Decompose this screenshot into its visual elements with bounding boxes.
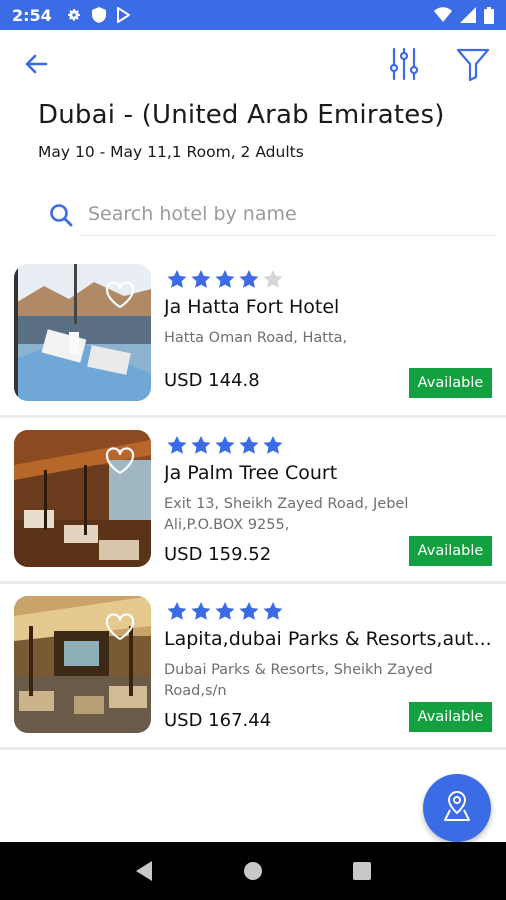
star-filled-icon: [238, 434, 260, 456]
star-filled-icon: [238, 268, 260, 290]
availability-badge: Available: [409, 536, 492, 566]
hotel-name[interactable]: Ja Hatta Fort Hotel: [164, 296, 492, 318]
hotel-address: Hatta Oman Road, Hatta,: [164, 330, 348, 346]
gear-icon: [66, 7, 82, 23]
heart-icon[interactable]: [104, 446, 136, 476]
hotel-name[interactable]: Lapita,dubai Parks & Resorts,aut...: [164, 628, 492, 650]
star-filled-icon: [238, 600, 260, 622]
toolbar: [0, 30, 506, 98]
star-filled-icon: [166, 434, 188, 456]
funnel-icon[interactable]: [455, 46, 491, 82]
status-time: 2:54: [12, 5, 52, 25]
hotel-card[interactable]: Lapita,dubai Parks & Resorts,aut... Duba…: [0, 584, 506, 750]
heart-icon[interactable]: [104, 612, 136, 642]
hotel-price: USD 144.8: [164, 370, 260, 391]
play-store-icon: [116, 7, 130, 23]
star-empty-icon: [262, 268, 284, 290]
recents-square-icon[interactable]: [347, 856, 377, 886]
hotel-price: USD 159.52: [164, 544, 272, 565]
hotel-price: USD 167.44: [164, 710, 272, 731]
battery-icon: [484, 6, 494, 24]
map-pin-icon: [442, 790, 472, 826]
search-icon: [48, 202, 74, 228]
status-bar: 2:54: [0, 0, 506, 30]
hotel-name[interactable]: Ja Palm Tree Court: [164, 462, 492, 484]
wifi-icon: [434, 7, 452, 23]
booking-summary: May 10 - May 11,1 Room, 2 Adults: [38, 143, 304, 161]
map-view-button[interactable]: [423, 774, 491, 842]
star-filled-icon: [190, 434, 212, 456]
arrow-left-icon[interactable]: [20, 48, 52, 80]
system-nav-bar: [0, 842, 506, 900]
star-rating: [166, 434, 284, 456]
heart-icon[interactable]: [104, 280, 136, 310]
hotel-card[interactable]: Ja Palm Tree Court Exit 13, Sheikh Zayed…: [0, 418, 506, 584]
hotel-list: Ja Hatta Fort Hotel Hatta Oman Road, Hat…: [0, 252, 506, 750]
star-filled-icon: [214, 434, 236, 456]
search-input[interactable]: [80, 192, 496, 236]
star-filled-icon: [190, 600, 212, 622]
shield-icon: [91, 7, 106, 23]
availability-badge: Available: [409, 368, 492, 398]
signal-icon: [460, 7, 476, 23]
hotel-card[interactable]: Ja Hatta Fort Hotel Hatta Oman Road, Hat…: [0, 252, 506, 418]
star-filled-icon: [262, 434, 284, 456]
star-filled-icon: [166, 268, 188, 290]
star-filled-icon: [262, 600, 284, 622]
star-rating: [166, 600, 284, 622]
star-rating: [166, 268, 284, 290]
availability-badge: Available: [409, 702, 492, 732]
hotel-address: Exit 13, Sheikh Zayed Road, Jebel Ali,P.…: [164, 496, 409, 533]
home-circle-icon[interactable]: [238, 856, 268, 886]
star-filled-icon: [214, 600, 236, 622]
back-triangle-icon[interactable]: [129, 856, 159, 886]
star-filled-icon: [166, 600, 188, 622]
search-bar: [44, 192, 496, 244]
sliders-icon[interactable]: [386, 46, 422, 82]
star-filled-icon: [214, 268, 236, 290]
star-filled-icon: [190, 268, 212, 290]
page-title: Dubai - (United Arab Emirates): [38, 100, 445, 130]
hotel-address: Dubai Parks & Resorts, Sheikh Zayed Road…: [164, 662, 433, 699]
